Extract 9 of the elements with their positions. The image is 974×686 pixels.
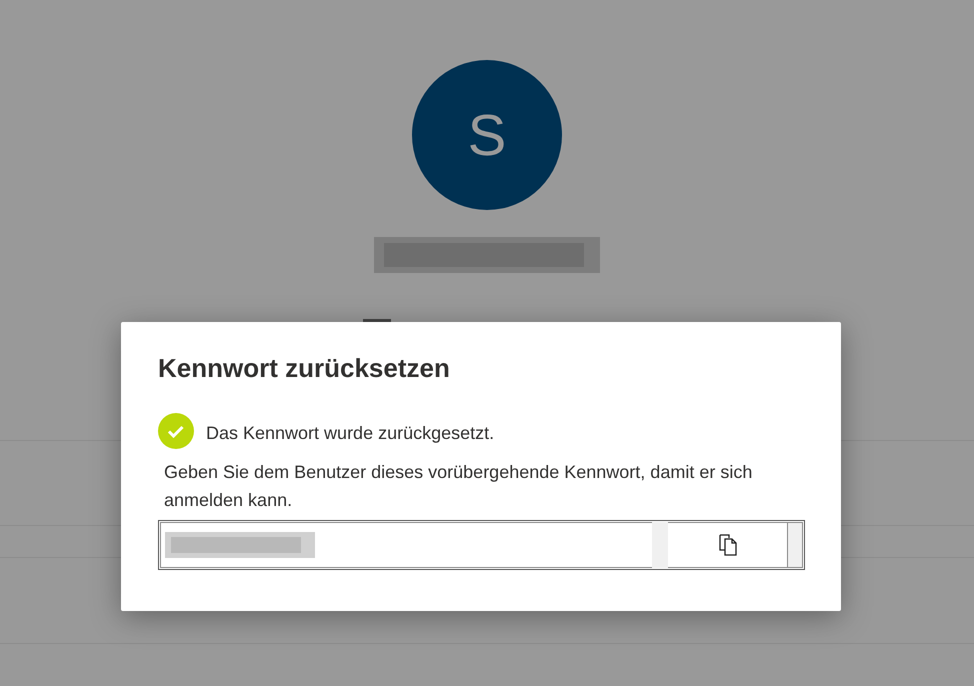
copy-button[interactable] [668, 522, 787, 568]
status-message: Das Kennwort wurde zurückgesetzt. [206, 422, 494, 445]
check-icon [158, 413, 194, 449]
dialog-title: Kennwort zurücksetzen [158, 352, 451, 385]
copy-icon [718, 534, 738, 556]
password-field[interactable] [158, 520, 805, 570]
avatar: S [412, 60, 562, 210]
instruction-text: Geben Sie dem Benutzer dieses vorübergehende Kennwort, damit er sich anmelden kann. [164, 461, 754, 512]
tab-indicator [363, 319, 391, 322]
